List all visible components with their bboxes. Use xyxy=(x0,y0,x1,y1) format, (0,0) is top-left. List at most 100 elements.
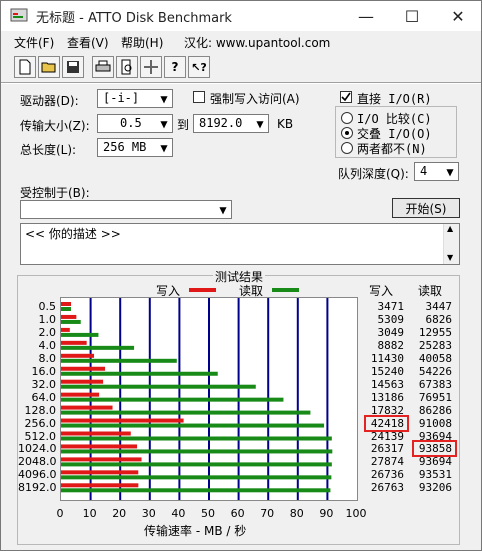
print-button[interactable] xyxy=(92,56,114,78)
read-value: 76951 xyxy=(418,390,452,404)
menu-help[interactable]: 帮助(H) xyxy=(121,34,163,51)
new-icon xyxy=(19,59,31,75)
read-bar xyxy=(61,371,218,376)
direct-io-checkbox[interactable] xyxy=(340,91,352,103)
read-value: 86286 xyxy=(418,403,452,417)
start-button[interactable]: 开始(S) xyxy=(392,198,460,218)
write-bar xyxy=(61,405,113,410)
io-compare-radio[interactable] xyxy=(341,112,353,124)
y-tick-label: 16.0 xyxy=(31,364,57,378)
chart-plot xyxy=(61,298,333,500)
window-title: 无标题 - ATTO Disk Benchmark xyxy=(36,11,232,26)
open-button[interactable] xyxy=(38,56,60,78)
menu-view[interactable]: 查看(V) xyxy=(67,34,109,51)
save-button[interactable] xyxy=(62,56,84,78)
read-value: 93206 xyxy=(418,481,452,495)
close-icon: ✕ xyxy=(451,6,465,26)
transfer-size-label: 传输大小(Z): xyxy=(20,119,90,133)
y-tick-label: 8.0 xyxy=(38,351,57,365)
queue-depth-label: 队列深度(Q): xyxy=(338,167,409,181)
read-column-header: 读取 xyxy=(418,284,443,298)
print-preview-button[interactable] xyxy=(116,56,138,78)
write-bar xyxy=(61,379,104,384)
legend-write-swatch xyxy=(189,288,216,292)
read-bar xyxy=(61,475,332,480)
transfer-unit: KB xyxy=(277,117,294,131)
new-button[interactable] xyxy=(14,56,36,78)
maximize-button[interactable]: ☐ xyxy=(389,1,435,31)
write-bar xyxy=(61,327,70,332)
print-preview-icon xyxy=(121,59,132,75)
overlapped-io-radio[interactable] xyxy=(341,127,353,139)
menu-localization[interactable]: 汉化: www.upantool.com xyxy=(184,34,330,51)
help-icon: ? xyxy=(171,60,179,74)
chevron-down-icon: ▼ xyxy=(160,91,168,106)
y-tick-label: 32.0 xyxy=(31,377,57,391)
y-tick-label: 64.0 xyxy=(31,390,57,404)
write-bar xyxy=(61,431,131,436)
write-bar xyxy=(61,340,87,345)
y-tick-label: 0.5 xyxy=(38,300,57,313)
move-button[interactable] xyxy=(140,56,162,78)
chevron-down-icon: ▼ xyxy=(160,116,168,131)
y-tick-label: 256.0 xyxy=(24,416,57,430)
chevron-down-icon: ▼ xyxy=(219,202,227,217)
help-button[interactable]: ? xyxy=(164,56,186,78)
drive-select[interactable]: [-i-] ▼ xyxy=(97,89,173,108)
menu-file[interactable]: 文件(F) xyxy=(14,34,54,51)
x-tick-label: 60 xyxy=(230,507,245,520)
x-tick-label: 20 xyxy=(112,507,127,520)
write-value: 14563 xyxy=(370,377,404,391)
write-value: 26763 xyxy=(370,481,404,495)
controlled-by-select[interactable]: ▼ xyxy=(20,200,232,219)
read-value: 91008 xyxy=(418,416,452,430)
read-bar xyxy=(61,423,325,428)
chevron-down-icon: ▼ xyxy=(447,253,454,262)
chevron-down-icon: ▼ xyxy=(160,140,168,155)
write-value: 13186 xyxy=(370,390,404,404)
x-tick-label: 10 xyxy=(82,507,97,520)
write-bar xyxy=(61,392,100,397)
x-tick-label: 70 xyxy=(260,507,275,520)
neither-label: 两者都不(N) xyxy=(357,142,427,156)
chevron-down-icon: ▼ xyxy=(256,116,264,131)
read-bar xyxy=(61,358,177,363)
chevron-down-icon: ▼ xyxy=(446,164,454,179)
y-tick-label: 2.0 xyxy=(38,325,57,339)
x-axis-label: 传输速率 - MB / 秒 xyxy=(144,524,247,538)
toolbar-divider xyxy=(1,82,481,84)
description-input[interactable]: << 你的描述 >> ▲ ▼ xyxy=(20,223,460,265)
controlled-by-label: 受控制于(B): xyxy=(20,186,90,200)
write-value: 26317 xyxy=(370,442,404,456)
context-help-button[interactable]: ↖? xyxy=(188,56,210,78)
transfer-from-select[interactable]: 0.5 ▼ xyxy=(97,114,173,133)
y-tick-label: 4.0 xyxy=(38,338,57,352)
x-tick-label: 30 xyxy=(141,507,156,520)
x-tick-label: 80 xyxy=(289,507,304,520)
read-bar xyxy=(61,307,71,311)
read-bar xyxy=(61,488,331,493)
read-value: 12955 xyxy=(418,325,452,339)
neither-radio[interactable] xyxy=(341,142,353,154)
write-value: 15240 xyxy=(370,364,404,378)
transfer-to-select[interactable]: 8192.0 ▼ xyxy=(193,114,269,133)
save-icon xyxy=(67,61,79,73)
read-value: 93531 xyxy=(418,468,452,482)
total-length-select[interactable]: 256 MB ▼ xyxy=(97,138,173,157)
y-tick-label: 2048.0 xyxy=(18,455,57,469)
minimize-button[interactable]: — xyxy=(343,1,389,31)
write-column-header: 写入 xyxy=(369,284,394,298)
context-help-icon: ↖? xyxy=(191,60,207,74)
y-tick-label: 512.0 xyxy=(24,429,57,443)
force-write-checkbox[interactable] xyxy=(193,91,205,103)
y-tick-label: 1.0 xyxy=(38,312,57,326)
queue-depth-select[interactable]: 4 ▼ xyxy=(414,162,459,181)
x-tick-label: 0 xyxy=(56,507,64,520)
read-bar xyxy=(61,384,256,389)
description-scrollbar[interactable]: ▲ ▼ xyxy=(443,224,459,264)
highlight-box xyxy=(412,440,457,458)
close-button[interactable]: ✕ xyxy=(435,1,481,31)
open-folder-icon xyxy=(41,62,56,73)
chevron-up-icon: ▲ xyxy=(447,224,454,233)
read-bar xyxy=(61,410,311,415)
